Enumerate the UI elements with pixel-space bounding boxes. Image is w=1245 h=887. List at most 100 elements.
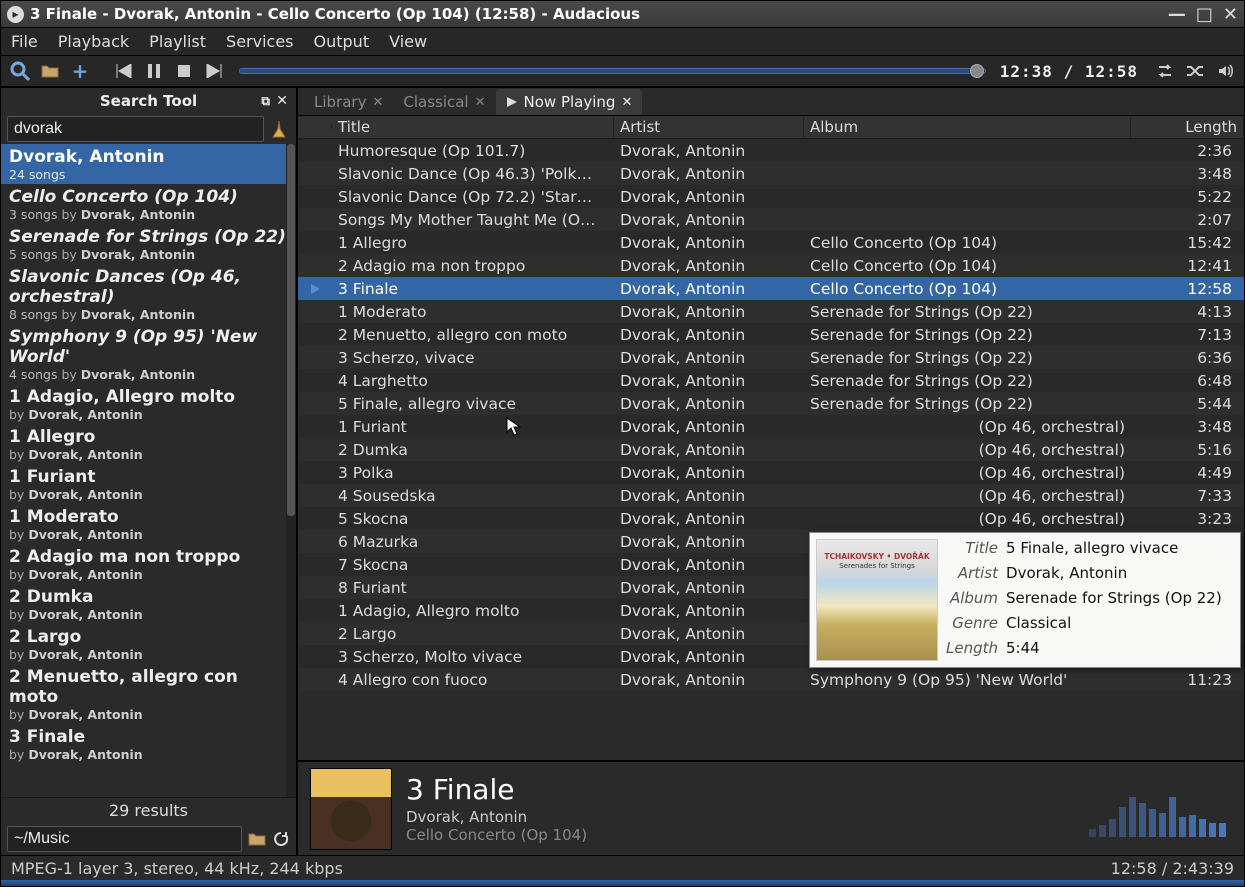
menu-file[interactable]: File <box>11 32 38 51</box>
search-result[interactable]: 2 Menuetto, allegro con motoby Dvorak, A… <box>1 664 296 724</box>
table-row[interactable]: Slavonic Dance (Op 72.2) 'Star…Dvorak, A… <box>298 185 1244 208</box>
search-result[interactable]: 1 Allegroby Dvorak, Antonin <box>1 424 296 464</box>
tab-classical[interactable]: Classical✕ <box>393 89 495 115</box>
menu-output[interactable]: Output <box>314 32 370 51</box>
table-row[interactable]: 3 FinaleDvorak, AntoninCello Concerto (O… <box>298 277 1244 300</box>
search-result[interactable]: 1 Moderatoby Dvorak, Antonin <box>1 504 296 544</box>
tab-now-playing[interactable]: Now Playing✕ <box>496 89 643 115</box>
search-result[interactable]: 3 Finaleby Dvorak, Antonin <box>1 724 296 764</box>
menu-services[interactable]: Services <box>226 32 293 51</box>
tooltip-album-art: TCHAIKOVSKY • DVOŘÁK Serenades for Strin… <box>816 539 938 661</box>
tooltip-title: 5 Finale, allegro vivace <box>1006 539 1222 557</box>
table-row[interactable]: 4 Allegro con fuocoDvorak, AntoninSympho… <box>298 668 1244 691</box>
shuffle-icon[interactable] <box>1184 60 1206 82</box>
playlist-table: Title Artist Album Length Humoresque (Op… <box>298 116 1244 760</box>
refresh-icon[interactable] <box>272 830 290 848</box>
library-path-input[interactable] <box>7 826 242 852</box>
tab-close-icon[interactable]: ✕ <box>621 95 632 110</box>
open-folder-icon[interactable] <box>39 60 61 82</box>
results-count: 29 results <box>1 797 296 823</box>
toolbar: + 12:38 / 12:58 <box>1 56 1244 88</box>
menu-playback[interactable]: Playback <box>58 32 129 51</box>
tooltip-album: Serenade for Strings (Op 22) <box>1006 589 1222 607</box>
menu-view[interactable]: View <box>389 32 427 51</box>
table-header[interactable]: Title Artist Album Length <box>298 116 1244 139</box>
search-result[interactable]: Dvorak, Antonin24 songs <box>1 144 296 184</box>
col-title[interactable]: Title <box>332 116 614 138</box>
maximize-button[interactable]: □ <box>1196 4 1213 25</box>
now-playing-bar: 3 Finale Dvorak, Antonin Cello Concerto … <box>298 760 1244 855</box>
table-row[interactable]: 1 AllegroDvorak, AntoninCello Concerto (… <box>298 231 1244 254</box>
pause-icon[interactable] <box>143 60 165 82</box>
playing-indicator-icon <box>311 284 320 294</box>
search-icon[interactable] <box>9 60 31 82</box>
menu-playlist[interactable]: Playlist <box>149 32 206 51</box>
search-result[interactable]: 2 Largoby Dvorak, Antonin <box>1 624 296 664</box>
minimize-button[interactable]: — <box>1168 4 1186 25</box>
search-result[interactable]: Symphony 9 (Op 95) 'New World'4 songs by… <box>1 324 296 384</box>
app-icon: ▸ <box>7 6 24 23</box>
close-panel-icon[interactable]: ✕ <box>276 93 288 109</box>
menubar: File Playback Playlist Services Output View <box>1 28 1244 56</box>
next-track-icon[interactable] <box>203 60 225 82</box>
table-row[interactable]: Songs My Mother Taught Me (O…Dvorak, Ant… <box>298 208 1244 231</box>
titlebar[interactable]: ▸ 3 Finale - Dvorak, Antonin - Cello Con… <box>1 1 1244 28</box>
table-row[interactable]: 5 SkocnaDvorak, Antonin(Op 46, orchestra… <box>298 507 1244 530</box>
search-result[interactable]: Cello Concerto (Op 104)3 songs by Dvorak… <box>1 184 296 224</box>
status-time: 12:58 / 2:43:39 <box>1111 859 1234 878</box>
table-row[interactable]: 5 Finale, allegro vivaceDvorak, AntoninS… <box>298 392 1244 415</box>
track-tooltip: TCHAIKOVSKY • DVOŘÁK Serenades for Strin… <box>809 532 1241 668</box>
playback-time: 12:38 / 12:58 <box>1000 62 1138 81</box>
table-row[interactable]: 1 FuriantDvorak, Antonin(Op 46, orchestr… <box>298 415 1244 438</box>
search-input[interactable] <box>7 116 264 142</box>
statusbar: MPEG-1 layer 3, stereo, 44 kHz, 244 kbps… <box>1 855 1244 880</box>
search-result[interactable]: Slavonic Dances (Op 46, orchestral)8 son… <box>1 264 296 324</box>
stop-icon[interactable] <box>173 60 195 82</box>
volume-icon[interactable] <box>1214 60 1236 82</box>
search-result[interactable]: 2 Dumkaby Dvorak, Antonin <box>1 584 296 624</box>
playlist-tabs: Library✕Classical✕Now Playing✕ <box>298 88 1244 116</box>
col-album[interactable]: Album <box>804 116 1131 138</box>
table-row[interactable]: Humoresque (Op 101.7)Dvorak, Antonin2:36 <box>298 139 1244 162</box>
table-row[interactable]: 1 ModeratoDvorak, AntoninSerenade for St… <box>298 300 1244 323</box>
now-playing-album: Cello Concerto (Op 104) <box>406 826 587 844</box>
tab-close-icon[interactable]: ✕ <box>475 95 486 110</box>
status-codec: MPEG-1 layer 3, stereo, 44 kHz, 244 kbps <box>11 859 343 878</box>
sidebar-scrollbar[interactable] <box>286 144 296 797</box>
search-result[interactable]: 2 Adagio ma non troppoby Dvorak, Antonin <box>1 544 296 584</box>
now-playing-album-art <box>310 768 392 850</box>
prev-track-icon[interactable] <box>113 60 135 82</box>
visualizer <box>1089 797 1226 837</box>
search-result[interactable]: Serenade for Strings (Op 22)5 songs by D… <box>1 224 296 264</box>
tooltip-genre: Classical <box>1006 614 1222 632</box>
table-row[interactable]: 3 Scherzo, vivaceDvorak, AntoninSerenade… <box>298 346 1244 369</box>
tooltip-length: 5:44 <box>1006 639 1222 657</box>
clear-search-icon[interactable] <box>268 118 290 140</box>
tooltip-artist: Dvorak, Antonin <box>1006 564 1222 582</box>
col-length[interactable]: Length <box>1131 116 1244 138</box>
tab-library[interactable]: Library✕ <box>304 89 393 115</box>
table-row[interactable]: 2 Menuetto, allegro con motoDvorak, Anto… <box>298 323 1244 346</box>
now-playing-artist: Dvorak, Antonin <box>406 808 587 826</box>
window-title: 3 Finale - Dvorak, Antonin - Cello Conce… <box>30 5 640 23</box>
table-row[interactable]: 2 Adagio ma non troppoDvorak, AntoninCel… <box>298 254 1244 277</box>
seek-slider[interactable] <box>239 68 986 74</box>
browse-folder-icon[interactable] <box>248 831 266 847</box>
add-icon[interactable]: + <box>69 60 91 82</box>
table-row[interactable]: 4 SousedskaDvorak, Antonin(Op 46, orches… <box>298 484 1244 507</box>
repeat-icon[interactable] <box>1154 60 1176 82</box>
col-artist[interactable]: Artist <box>614 116 804 138</box>
sidebar-title: Search Tool <box>100 92 197 110</box>
table-row[interactable]: 4 LarghettoDvorak, AntoninSerenade for S… <box>298 369 1244 392</box>
search-result[interactable]: 1 Furiantby Dvorak, Antonin <box>1 464 296 504</box>
now-playing-title: 3 Finale <box>406 773 587 806</box>
undock-icon[interactable]: ⧉ <box>261 94 270 109</box>
close-button[interactable]: ✕ <box>1223 4 1238 25</box>
resize-grip[interactable] <box>1 880 1244 886</box>
table-row[interactable]: Slavonic Dance (Op 46.3) 'Polk…Dvorak, A… <box>298 162 1244 185</box>
tab-close-icon[interactable]: ✕ <box>372 95 383 110</box>
table-row[interactable]: 3 PolkaDvorak, Antonin(Op 46, orchestral… <box>298 461 1244 484</box>
search-result[interactable]: 1 Adagio, Allegro moltoby Dvorak, Antoni… <box>1 384 296 424</box>
search-sidebar: Search Tool ⧉ ✕ Dvorak, Antonin24 songsC… <box>1 88 298 855</box>
table-row[interactable]: 2 DumkaDvorak, Antonin(Op 46, orchestral… <box>298 438 1244 461</box>
